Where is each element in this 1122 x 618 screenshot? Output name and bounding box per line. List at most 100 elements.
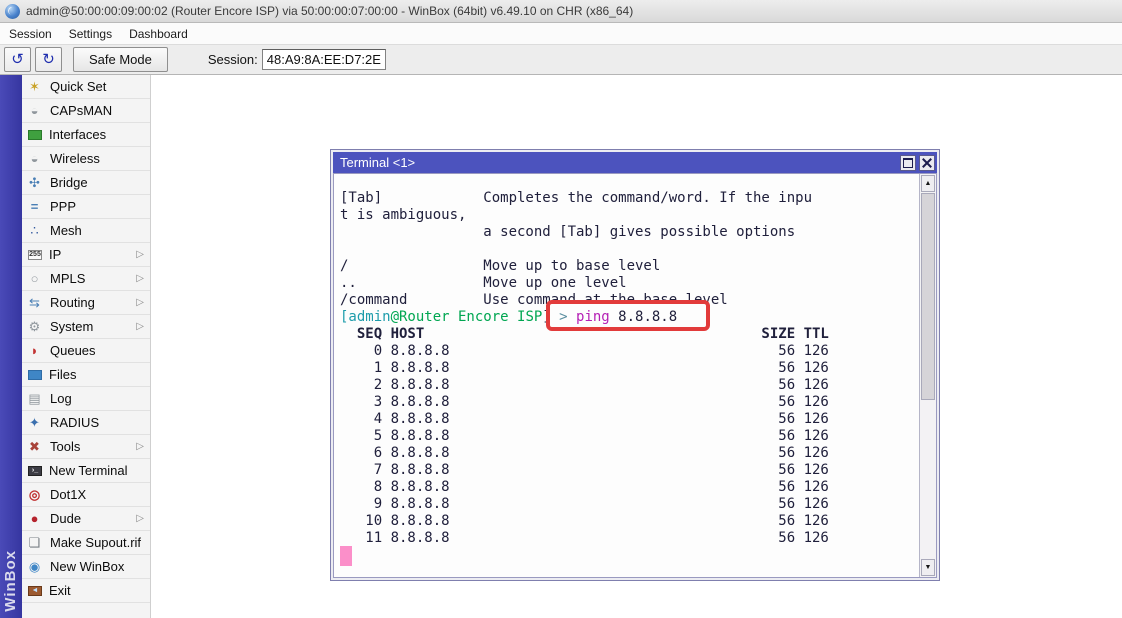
terminal-title-bar[interactable]: Terminal <1>	[333, 152, 937, 173]
sidebar-item-label: System	[50, 319, 93, 334]
sidebar-item-mesh[interactable]: ∴Mesh	[22, 219, 150, 243]
menu-item-settings[interactable]: Settings	[69, 27, 112, 41]
ping-result-row: 5 8.8.8.8 56 126	[340, 428, 919, 445]
terminal-line: t is ambiguous,	[340, 207, 919, 224]
maximize-icon[interactable]	[900, 155, 916, 171]
terminal-title: Terminal <1>	[340, 155, 897, 170]
sidebar-item-bridge[interactable]: ✣ Bridge	[22, 171, 150, 195]
sidebar-item-ip[interactable]: 255IP▷	[22, 243, 150, 267]
sidebar-item-label: Routing	[50, 295, 95, 310]
radius-icon: ✦	[26, 415, 43, 430]
terminal-line: SEQ HOST SIZE TTL	[340, 326, 919, 343]
scrollbar-thumb[interactable]	[921, 193, 935, 400]
sidebar-item-label: MPLS	[50, 271, 85, 286]
toolbar: ↺ ↻ Safe Mode Session: 48:A9:8A:EE:D7:2E	[0, 44, 1122, 75]
sidebar-item-queues[interactable]: ◗Queues	[22, 339, 150, 363]
sidebar-item-label: Tools	[50, 439, 80, 454]
submenu-arrow-icon: ▷	[136, 441, 144, 452]
sidebar-item-routing[interactable]: ⇆ Routing ▷	[22, 291, 150, 315]
menu-bar: Session Settings Dashboard	[0, 23, 1122, 44]
sidebar-item-radius[interactable]: ✦ RADIUS	[22, 411, 150, 435]
sidebar-item-label: PPP	[50, 199, 76, 214]
interfaces-icon	[28, 130, 42, 140]
sidebar-item-files[interactable]: Files	[22, 363, 150, 387]
ping-result-row: 2 8.8.8.8 56 126	[340, 377, 919, 394]
sidebar-item-label: Dot1X	[50, 487, 86, 502]
sidebar-item-mpls[interactable]: ○ MPLS ▷	[22, 267, 150, 291]
sidebar-item-label: CAPsMAN	[50, 103, 112, 118]
wireless-icon: ◒	[26, 151, 43, 166]
sidebar-item-interfaces[interactable]: Interfaces	[22, 123, 150, 147]
mpls-icon: ○	[26, 271, 43, 286]
supout-icon: ❏	[26, 535, 43, 550]
sidebar-item-log[interactable]: ▤Log	[22, 387, 150, 411]
sidebar-item-exit[interactable]: ◄Exit	[22, 579, 150, 603]
sidebar-item-label: New WinBox	[50, 559, 124, 574]
terminal-output[interactable]: [Tab] Completes the command/word. If the…	[334, 174, 919, 577]
prompt-segment: 8.8.8.8	[610, 309, 677, 325]
sidebar-item-label: Quick Set	[50, 79, 106, 94]
menu-item-dashboard[interactable]: Dashboard	[129, 27, 188, 41]
exit-icon: ◄	[28, 586, 42, 596]
sidebar-item-label: Bridge	[50, 175, 88, 190]
terminal-body: [Tab] Completes the command/word. If the…	[333, 173, 937, 578]
undo-button[interactable]: ↺	[4, 47, 31, 72]
sidebar-item-wireless[interactable]: ◒ Wireless	[22, 147, 150, 171]
submenu-arrow-icon: ▷	[136, 297, 144, 308]
terminal-scrollbar[interactable]: ▲ ▼	[919, 174, 936, 577]
terminal-cursor	[340, 546, 352, 566]
sidebar-item-label: Files	[49, 367, 76, 382]
terminal-line: /command Use command at the base level	[340, 292, 919, 309]
sidebar-item-quick-set[interactable]: ✶ Quick Set	[22, 75, 150, 99]
system-icon: ⚙	[26, 319, 43, 334]
sidebar-item-new-terminal[interactable]: ›_New Terminal	[22, 459, 150, 483]
redo-button[interactable]: ↻	[35, 47, 62, 72]
routing-icon: ⇆	[26, 295, 43, 310]
sidebar-item-label: Mesh	[50, 223, 82, 238]
wand-icon: ✶	[26, 79, 43, 94]
sidebar-menu: ✶ Quick Set ◒CAPsMANInterfaces ◒ Wireless ✣ Br…	[22, 75, 150, 618]
scroll-up-icon[interactable]: ▲	[921, 175, 935, 192]
submenu-arrow-icon: ▷	[136, 273, 144, 284]
terminal-line: a second [Tab] gives possible options	[340, 224, 919, 241]
prompt-segment: ]	[542, 309, 559, 325]
ping-result-row: 3 8.8.8.8 56 126	[340, 394, 919, 411]
sidebar-item-dude[interactable]: ●Dude▷	[22, 507, 150, 531]
sidebar-item-capsman[interactable]: ◒CAPsMAN	[22, 99, 150, 123]
content-area: WinBox ✶ Quick Set ◒CAPsMANInterfaces ◒ Wire…	[0, 75, 1122, 618]
submenu-arrow-icon: ▷	[136, 321, 144, 332]
main-area: Terminal <1> [Tab] Completes the command…	[151, 75, 1122, 618]
menu-item-session[interactable]: Session	[9, 27, 52, 41]
safe-mode-button[interactable]: Safe Mode	[73, 47, 168, 72]
sidebar-item-dot1x[interactable]: ◎Dot1X	[22, 483, 150, 507]
terminal-line: .. Move up one level	[340, 275, 919, 292]
winbox-logo-icon	[5, 4, 20, 19]
sidebar-item-ppp[interactable]: = PPP	[22, 195, 150, 219]
sidebar-item-label: RADIUS	[50, 415, 99, 430]
bridge-icon: ✣	[26, 175, 43, 190]
sidebar-item-label: Wireless	[50, 151, 100, 166]
sidebar-item-label: IP	[49, 247, 61, 262]
sidebar-item-tools[interactable]: ✖Tools▷	[22, 435, 150, 459]
ping-result-row: 1 8.8.8.8 56 126	[340, 360, 919, 377]
sidebar-item-label: Dude	[50, 511, 81, 526]
sidebar-item-new-winbox[interactable]: ◉New WinBox	[22, 555, 150, 579]
sidebar-item-label: Log	[50, 391, 72, 406]
session-field[interactable]: 48:A9:8A:EE:D7:2E	[262, 49, 386, 70]
dude-icon: ●	[26, 511, 43, 526]
files-icon	[28, 370, 42, 380]
ping-result-row: 8 8.8.8.8 56 126	[340, 479, 919, 496]
ppp-icon: =	[26, 199, 43, 214]
window-title: admin@50:00:00:09:00:02 (Router Encore I…	[26, 4, 633, 18]
ping-result-row: 0 8.8.8.8 56 126	[340, 343, 919, 360]
terminal-line: / Move up to base level	[340, 258, 919, 275]
sidebar-item-make-supout[interactable]: ❏Make Supout.rif	[22, 531, 150, 555]
winbox-brand-text: WinBox	[2, 550, 19, 612]
sidebar-item-system[interactable]: ⚙ System ▷	[22, 315, 150, 339]
redo-icon: ↻	[42, 51, 55, 68]
terminal-line: [Tab] Completes the command/word. If the…	[340, 190, 919, 207]
ping-result-row: 4 8.8.8.8 56 126	[340, 411, 919, 428]
close-icon[interactable]	[919, 155, 935, 171]
prompt-segment: >	[559, 309, 576, 325]
scroll-down-icon[interactable]: ▼	[921, 559, 935, 576]
